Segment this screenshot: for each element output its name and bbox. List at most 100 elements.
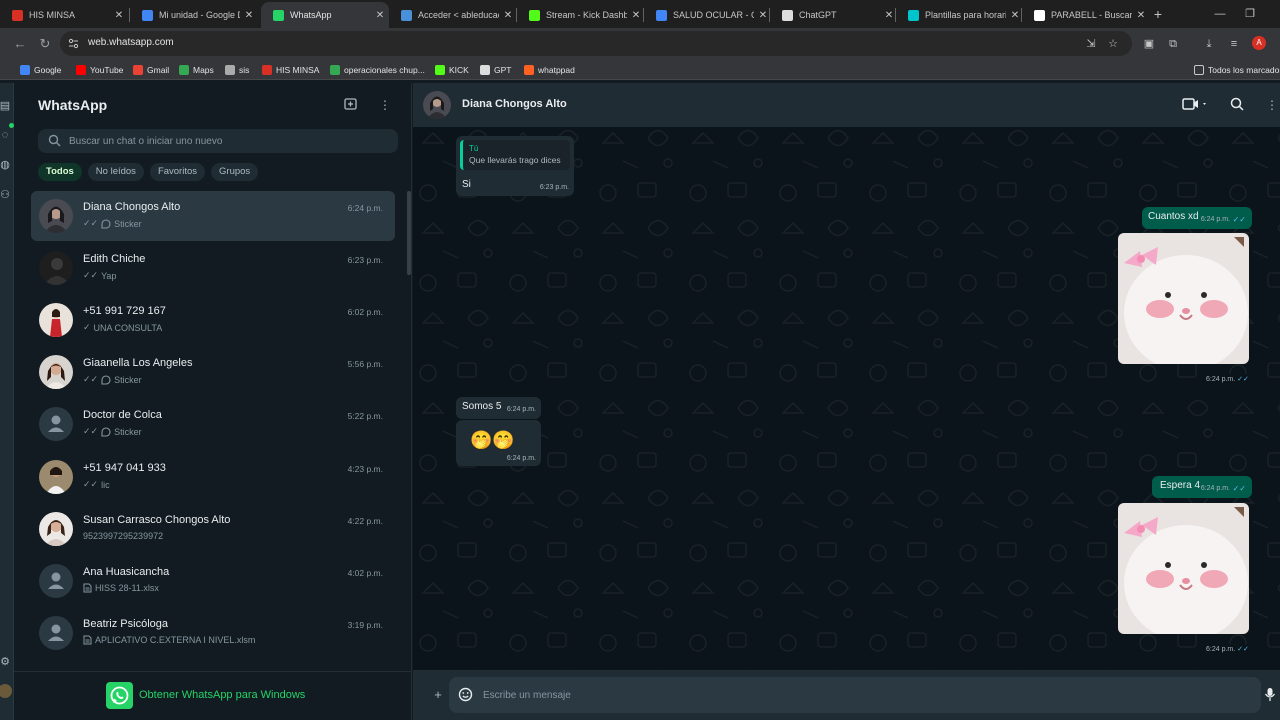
attach-plus-icon[interactable]: + (430, 687, 446, 703)
close-tab-icon[interactable]: ✕ (110, 10, 128, 21)
chat-preview: ✓✓ Sticker (83, 426, 142, 437)
my-profile-avatar[interactable] (0, 684, 12, 698)
contact-name[interactable]: Diana Chongos Alto (462, 98, 567, 110)
message-time: 6:24 p.m. (506, 455, 536, 462)
get-app-banner[interactable]: Obtener WhatsApp para Windows (14, 671, 412, 720)
close-tab-icon[interactable]: ✕ (240, 10, 258, 21)
bookmark-star-icon[interactable]: ☆ (1105, 36, 1121, 52)
chat-list-scrollbar[interactable] (407, 191, 411, 275)
sticker-cat[interactable] (1118, 503, 1249, 634)
browser-tab[interactable]: Mi unidad - Google Drive✕ (130, 4, 258, 26)
video-call-icon[interactable] (1181, 97, 1211, 113)
maximize-window-button[interactable]: ❐ (1240, 6, 1260, 22)
message-outgoing[interactable]: Cuantos xd 6:24 p.m. ✓✓ (1142, 207, 1252, 229)
settings-icon[interactable]: ⚙ (0, 655, 12, 669)
chat-list-item[interactable]: Doctor de Colca 5:22 p.m. ✓✓ Sticker (31, 399, 395, 449)
chat-avatar[interactable] (39, 564, 73, 598)
chat-avatar[interactable] (39, 460, 73, 494)
tab-favicon-icon (529, 9, 540, 21)
chats-icon[interactable]: ▤ (0, 99, 12, 113)
chat-avatar[interactable] (39, 251, 73, 285)
bookmark-item[interactable]: HIS MINSA (262, 62, 319, 77)
filter-chip[interactable]: No leídos (87, 163, 144, 181)
chat-list-item[interactable]: Diana Chongos Alto 6:24 p.m. ✓✓ Sticker (31, 191, 395, 241)
bookmark-item[interactable]: Gmail (133, 62, 169, 77)
address-bar[interactable]: web.whatsapp.com (60, 31, 1132, 56)
chat-list-item[interactable]: Giaanella Los Angeles 5:56 p.m. ✓✓ Sticker (31, 347, 395, 397)
browser-tab[interactable]: WhatsApp ✕ (261, 2, 389, 28)
communities-icon[interactable]: ⚇ (0, 188, 12, 202)
filter-chip[interactable]: Todos (38, 163, 82, 181)
chat-header[interactable]: Diana Chongos Alto ⋮ (413, 83, 1280, 127)
contact-avatar[interactable] (423, 91, 451, 119)
site-info-icon[interactable] (68, 38, 79, 49)
filter-chip[interactable]: Favoritos (149, 163, 206, 181)
chat-time: 6:24 p.m. (347, 203, 383, 213)
chat-avatar[interactable] (39, 199, 73, 233)
bookmark-item[interactable]: sis (225, 62, 249, 77)
bookmark-item[interactable]: Maps (179, 62, 214, 77)
all-bookmarks-button[interactable]: Todos los marcadores (1194, 62, 1280, 77)
message-incoming-emoji[interactable]: 🤭🤭 6:24 p.m. (456, 420, 541, 466)
status-icon[interactable]: ◌ (0, 128, 12, 142)
chat-list-item[interactable]: Edith Chiche 6:23 p.m. ✓✓ Yap (31, 243, 395, 293)
chat-list-item[interactable]: +51 947 041 933 4:23 p.m. ✓✓ lic (31, 452, 395, 502)
new-chat-icon[interactable] (344, 97, 360, 113)
bookmark-item[interactable]: KICK (435, 62, 469, 77)
message-incoming[interactable]: Somos 5 6:24 p.m. (456, 397, 541, 419)
chat-list-item[interactable]: +51 991 729 167 6:02 p.m. ✓ UNA CONSULTA (31, 295, 395, 345)
microphone-icon[interactable] (1264, 687, 1280, 703)
chat-menu-icon[interactable]: ⋮ (1264, 97, 1280, 113)
chat-avatar[interactable] (39, 355, 73, 389)
close-tab-icon[interactable]: ✕ (371, 10, 389, 21)
chat-avatar[interactable] (39, 512, 73, 546)
bookmark-item[interactable]: whatppad (524, 62, 575, 77)
chat-time: 6:02 p.m. (347, 307, 383, 317)
tab-search-icon[interactable]: ▣ (1141, 36, 1157, 52)
install-app-icon[interactable]: ⇲ (1083, 36, 1099, 52)
chat-list-item[interactable]: Susan Carrasco Chongos Alto 4:22 p.m. 9523… (31, 504, 395, 554)
close-tab-icon[interactable]: ✕ (499, 10, 517, 21)
chat-list-item[interactable]: Ana Huasicancha 4:02 p.m. HISS 28-11.xlsx (31, 556, 395, 606)
new-tab-button[interactable]: + (1150, 6, 1166, 22)
bookmark-item[interactable]: GPT (480, 62, 511, 77)
browser-tab-strip: HIS MINSA✕Mi unidad - Google Drive✕Whats… (0, 0, 1280, 28)
chat-avatar[interactable] (39, 303, 73, 337)
sticker-icon (101, 426, 111, 437)
reload-icon[interactable]: ↻ (36, 35, 54, 53)
message-input[interactable] (483, 677, 1223, 713)
media-icon[interactable]: ≡ (1226, 36, 1242, 52)
sticker-cat[interactable] (1118, 233, 1249, 364)
browser-tab[interactable]: Stream - Kick Dashboard✕ (517, 4, 645, 26)
browser-tab[interactable]: HIS MINSA ✕ (0, 4, 128, 26)
bookmark-item[interactable]: Google (20, 62, 61, 77)
browser-tab[interactable]: SALUD OCULAR - Google✕ (644, 4, 772, 26)
sent-status-icon: ✓✓ (83, 374, 99, 384)
message-incoming[interactable]: Tú Que llevarás trago dices Si 6:23 p.m. (456, 136, 574, 196)
search-messages-icon[interactable] (1230, 97, 1246, 113)
filter-chip[interactable]: Grupos (211, 163, 259, 181)
menu-icon[interactable]: ⋮ (377, 97, 393, 113)
back-icon[interactable]: ← (11, 35, 29, 53)
bookmark-item[interactable]: YouTube (76, 62, 123, 77)
tab-favicon-icon (656, 9, 667, 21)
downloads-icon[interactable]: ⤓ (1201, 36, 1217, 52)
chat-avatar[interactable] (39, 616, 73, 650)
chat-list-item[interactable]: Beatriz Psicóloga 3:19 p.m. APLICATIVO C.E… (31, 608, 395, 658)
emoji-sticker-icon[interactable] (458, 687, 474, 703)
extensions-icon[interactable]: ⧉ (1165, 36, 1181, 52)
close-tab-icon[interactable]: ✕ (1132, 10, 1150, 21)
bookmark-item[interactable]: operacionales chup... (330, 62, 425, 77)
quoted-message[interactable]: Tú Que llevarás trago dices (460, 140, 570, 170)
browser-tab[interactable]: Acceder < ableducación✕ (389, 4, 517, 26)
message-outgoing[interactable]: Espera 4 6:24 p.m. ✓✓ (1152, 476, 1252, 498)
search-input[interactable] (69, 129, 389, 153)
chat-avatar[interactable] (39, 407, 73, 441)
browser-tab[interactable]: Plantillas para horarios✕ (896, 4, 1024, 26)
browser-tab[interactable]: PARABELL - Buscar con✕ (1022, 4, 1150, 26)
minimize-window-button[interactable]: — (1210, 6, 1230, 22)
profile-avatar[interactable]: A (1252, 36, 1266, 50)
browser-tab[interactable]: ChatGPT ✕ (770, 4, 898, 26)
tab-favicon-icon (908, 9, 919, 21)
channels-icon[interactable]: ◍ (0, 158, 12, 172)
